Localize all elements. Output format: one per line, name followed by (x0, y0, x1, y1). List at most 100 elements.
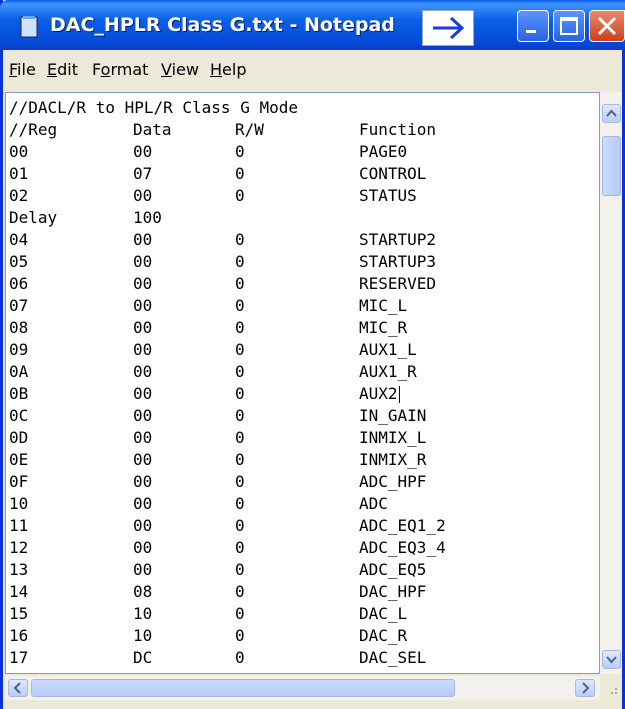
scroll-down-button[interactable] (602, 650, 621, 669)
table-row: 16 10 0 DAC_R (9, 625, 589, 647)
right-arrow-icon[interactable] (422, 10, 474, 46)
window-title: DAC_HPLR Class G.txt - Notepad (50, 14, 395, 36)
title-bar[interactable]: DAC_HPLR Class G.txt - Notepad (0, 0, 625, 50)
table-cell: 0 (235, 252, 245, 271)
table-cell: STARTUP3 (359, 252, 437, 271)
table-cell: 0 (235, 142, 245, 161)
table-row: 01 07 0 CONTROL (9, 163, 589, 185)
table-cell: 10 (133, 626, 153, 645)
column-header: R/W (235, 120, 264, 139)
table-cell: 00 (133, 516, 153, 535)
table-row: 0C 00 0 IN_GAIN (9, 405, 589, 427)
table-cell: 00 (133, 252, 153, 271)
table-cell: AUX1_L (359, 340, 417, 359)
minimize-icon (526, 30, 536, 33)
table-cell: 00 (133, 362, 153, 381)
table-cell: INMIX_L (359, 428, 427, 447)
text-editor[interactable]: //DACL/R to HPL/R Class G Mode //Reg Dat… (5, 92, 600, 674)
close-icon (597, 16, 617, 36)
table-cell: 16 (9, 626, 29, 645)
table-cell: 0 (235, 626, 245, 645)
table-row: 15 10 0 DAC_L (9, 603, 589, 625)
table-row: Delay 100 (9, 207, 589, 229)
table-cell: PAGE0 (359, 142, 408, 161)
horizontal-scroll-thumb[interactable] (31, 679, 455, 697)
table-cell: 10 (133, 604, 153, 623)
table-cell: 0 (235, 274, 245, 293)
scroll-thumb[interactable] (602, 136, 621, 196)
scroll-right-button[interactable] (575, 679, 595, 697)
scroll-left-button[interactable] (8, 679, 28, 697)
menu-help[interactable]: Help (210, 50, 246, 90)
table-cell: 0B (9, 384, 29, 403)
table-cell: 07 (9, 296, 29, 315)
table-cell: 00 (133, 450, 153, 469)
column-header: Function (359, 120, 437, 139)
table-cell: 06 (9, 274, 29, 293)
table-row: 14 08 0 DAC_HPF (9, 581, 589, 603)
table-cell: 00 (133, 494, 153, 513)
table-cell: 0C (9, 406, 29, 425)
table-cell: 0 (235, 560, 245, 579)
table-row: 0E 00 0 INMIX_R (9, 449, 589, 471)
table-cell: 0 (235, 538, 245, 557)
table-row: 13 00 0 ADC_EQ5 (9, 559, 589, 581)
table-cell: 00 (133, 406, 153, 425)
table-cell: DC (133, 648, 153, 667)
table-cell: STARTUP2 (359, 230, 437, 249)
table-cell: DAC_SEL (359, 648, 427, 667)
table-row: 12 00 0 ADC_EQ3_4 (9, 537, 589, 559)
minimize-button[interactable] (517, 10, 549, 42)
table-cell: 0 (235, 516, 245, 535)
column-header: //Reg (9, 120, 58, 139)
notepad-window: DAC_HPLR Class G.txt - Notepad File Edit… (0, 0, 625, 709)
menu-file[interactable]: File (9, 50, 36, 90)
table-cell: AUX2 (359, 384, 400, 403)
scroll-up-button[interactable] (602, 104, 621, 123)
table-cell: 00 (133, 428, 153, 447)
chevron-right-icon (582, 682, 590, 694)
chevron-left-icon (13, 682, 21, 694)
resize-grip[interactable] (600, 676, 622, 700)
menu-format[interactable]: Format (92, 50, 148, 90)
menu-view[interactable]: View (161, 50, 199, 90)
table-cell: 13 (9, 560, 29, 579)
table-cell: 0 (235, 296, 245, 315)
table-row: 08 00 0 MIC_R (9, 317, 589, 339)
table-row: 17 DC 0 DAC_SEL (9, 647, 589, 669)
table-row: 02 00 0 STATUS (9, 185, 589, 207)
table-cell: 00 (133, 230, 153, 249)
vertical-scrollbar[interactable] (600, 92, 622, 674)
table-cell: 0F (9, 472, 29, 491)
maximize-button[interactable] (553, 10, 585, 42)
table-cell: MIC_R (359, 318, 408, 337)
table-cell: 14 (9, 582, 29, 601)
table-cell: INMIX_R (359, 450, 427, 469)
table-cell: MIC_L (359, 296, 408, 315)
table-cell: 10 (9, 494, 29, 513)
horizontal-scrollbar[interactable] (5, 676, 600, 700)
table-cell: 00 (133, 186, 153, 205)
table-cell: 11 (9, 516, 29, 535)
table-row: 04 00 0 STARTUP2 (9, 229, 589, 251)
chevron-down-icon (606, 656, 617, 664)
table-cell: DAC_R (359, 626, 408, 645)
table-cell: CONTROL (359, 164, 427, 183)
table-row: 0F 00 0 ADC_HPF (9, 471, 589, 493)
table-cell: 0 (235, 582, 245, 601)
table-cell: 00 (133, 384, 153, 403)
table-cell: 00 (133, 538, 153, 557)
table-row: 0D 00 0 INMIX_L (9, 427, 589, 449)
table-cell: 0 (235, 340, 245, 359)
table-cell: RESERVED (359, 274, 437, 293)
table-cell: 00 (133, 472, 153, 491)
table-cell: ADC_EQ3_4 (359, 538, 446, 557)
table-cell: 00 (133, 274, 153, 293)
close-button[interactable] (589, 10, 625, 42)
grip-icon (611, 688, 617, 694)
chevron-up-icon (606, 109, 617, 117)
table-cell: 0 (235, 450, 245, 469)
menu-bar: File Edit Format View Help (3, 50, 622, 90)
menu-edit[interactable]: Edit (47, 50, 78, 90)
table-cell: 0 (235, 494, 245, 513)
